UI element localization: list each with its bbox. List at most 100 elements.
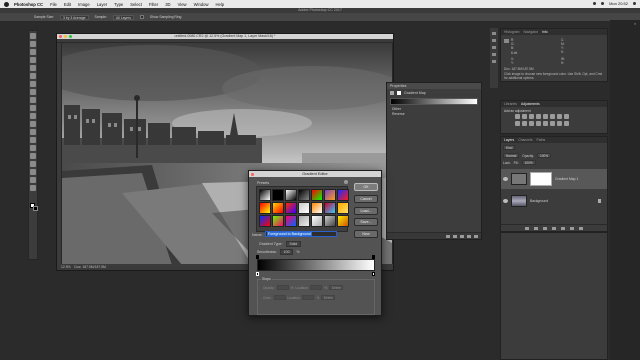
color-balance-icon[interactable] (557, 114, 562, 119)
cancel-button[interactable]: Cancel (354, 195, 378, 203)
gradient-preset-swatch[interactable] (298, 215, 310, 227)
tab-adjustments[interactable]: Adjustments (521, 101, 540, 107)
brightness-icon[interactable] (515, 114, 520, 119)
new-adjustment-icon[interactable] (552, 226, 556, 230)
opacity-field[interactable]: 100% (536, 153, 552, 158)
menu-photoshop[interactable]: Photoshop CC (14, 2, 43, 7)
gradient-preset-swatch[interactable] (259, 202, 271, 214)
lasso-tool-icon[interactable] (30, 49, 36, 55)
save-button[interactable]: Save... (354, 218, 378, 226)
gradient-preset-swatch[interactable] (298, 189, 310, 201)
gradient-type-select[interactable]: Solid (285, 241, 302, 247)
tab-channels[interactable]: Channels (518, 137, 532, 143)
menu-filter[interactable]: Filter (149, 2, 158, 7)
gradient-preset-swatch[interactable] (324, 202, 336, 214)
visibility-eye-icon[interactable] (503, 177, 508, 181)
invert-icon[interactable] (536, 121, 541, 126)
curves-icon[interactable] (529, 114, 534, 119)
gradient-preview-bar[interactable] (390, 98, 478, 105)
actions-icon[interactable] (492, 39, 496, 42)
delete-color-stop-button[interactable]: Delete (321, 295, 336, 300)
link-icon[interactable] (525, 226, 529, 230)
dodge-tool-icon[interactable] (30, 137, 36, 143)
type-tool-icon[interactable] (30, 153, 36, 159)
adjustment-thumbnail[interactable] (511, 173, 527, 185)
marquee-tool-icon[interactable] (30, 41, 36, 47)
layer-name[interactable]: Gradient Map 1 (555, 177, 578, 181)
gradient-preset-swatch[interactable] (337, 189, 349, 201)
blend-mode-select[interactable]: Normal (503, 153, 520, 158)
menu-type[interactable]: Type (114, 2, 123, 7)
zoom-tool-icon[interactable] (30, 185, 36, 191)
menu-help[interactable]: Help (216, 2, 225, 7)
document-titlebar[interactable]: untitled-0080.CR2 @ 12.5% (Gradient Map … (57, 34, 393, 39)
show-ring-checkbox[interactable] (139, 15, 144, 19)
wifi-icon[interactable] (593, 2, 597, 5)
healing-tool-icon[interactable] (30, 81, 36, 87)
color-stop-right[interactable] (372, 272, 375, 276)
gradient-preset-swatch[interactable] (311, 189, 323, 201)
layer-name[interactable]: Background (530, 199, 548, 203)
menu-window[interactable]: Window (194, 2, 209, 7)
gradient-tool-icon[interactable] (30, 121, 36, 127)
stop-color-location-field[interactable] (302, 295, 315, 300)
stamp-tool-icon[interactable] (30, 97, 36, 103)
gradient-preset-swatch[interactable] (285, 189, 297, 201)
shape-tool-icon[interactable] (30, 169, 36, 175)
levels-icon[interactable] (522, 114, 527, 119)
gradient-preset-swatch[interactable] (311, 202, 323, 214)
menu-select[interactable]: Select (130, 2, 142, 7)
reverse-option[interactable]: Reverse (387, 112, 481, 117)
stop-color-field[interactable] (273, 295, 286, 300)
gradient-preset-swatch[interactable] (272, 215, 284, 227)
reset-icon[interactable] (460, 234, 464, 238)
posterize-icon[interactable] (543, 121, 548, 126)
color-lookup-icon[interactable] (529, 121, 534, 126)
close-window-icon[interactable] (59, 35, 62, 38)
new-button[interactable]: New (354, 230, 378, 238)
tab-libraries[interactable]: Libraries (504, 101, 517, 107)
hue-saturation-icon[interactable] (550, 114, 555, 119)
trash-icon[interactable] (579, 226, 583, 230)
exposure-icon[interactable] (536, 114, 541, 119)
apple-icon[interactable] (4, 1, 9, 7)
menu-3d[interactable]: 3D (165, 2, 170, 7)
move-tool-icon[interactable] (30, 33, 36, 39)
tab-navigator[interactable]: Navigator (523, 29, 538, 35)
gradient-preset-swatch[interactable] (324, 189, 336, 201)
spotlight-icon[interactable] (633, 2, 636, 5)
crop-tool-icon[interactable] (30, 65, 36, 71)
close-dialog-icon[interactable] (251, 172, 254, 176)
gradient-bar[interactable] (257, 259, 375, 271)
tab-histogram[interactable]: Histogram (504, 29, 519, 35)
layer-row-background[interactable]: Background (501, 191, 607, 211)
minimize-window-icon[interactable] (64, 35, 67, 38)
gradient-preset-swatch[interactable] (337, 215, 349, 227)
load-button[interactable]: Load... (354, 207, 378, 215)
paragraph-icon[interactable] (492, 60, 496, 63)
vertical-ruler[interactable] (57, 43, 61, 265)
stop-location-field[interactable] (310, 285, 323, 290)
fx-icon[interactable] (534, 226, 538, 230)
mask-icon[interactable] (397, 90, 401, 95)
tab-paths[interactable]: Paths (537, 137, 546, 143)
dialog-titlebar[interactable]: Gradient Editor (249, 171, 381, 177)
photo-filter-icon[interactable] (515, 121, 520, 126)
gradient-preset-swatch[interactable] (337, 202, 349, 214)
add-mask-icon[interactable] (543, 226, 547, 230)
stop-opacity-field[interactable] (276, 285, 289, 290)
selective-color-icon[interactable] (564, 121, 569, 126)
gradient-preset-swatch[interactable] (272, 189, 284, 201)
background-color-swatch[interactable] (33, 206, 38, 211)
visibility-eye-icon[interactable] (503, 199, 508, 203)
menu-file[interactable]: File (50, 2, 57, 7)
panel-close-icon[interactable]: × (634, 21, 636, 26)
gradient-preset-swatch[interactable] (311, 215, 323, 227)
sample-size-select[interactable]: 3 by 3 Average (59, 14, 89, 20)
presets-gear-icon[interactable] (344, 180, 348, 184)
sample-select[interactable]: All Layers (113, 14, 134, 20)
history-icon[interactable] (492, 32, 496, 35)
gradient-preset-swatch[interactable] (298, 202, 310, 214)
menu-view[interactable]: View (178, 2, 187, 7)
color-stop-left[interactable] (256, 272, 259, 276)
